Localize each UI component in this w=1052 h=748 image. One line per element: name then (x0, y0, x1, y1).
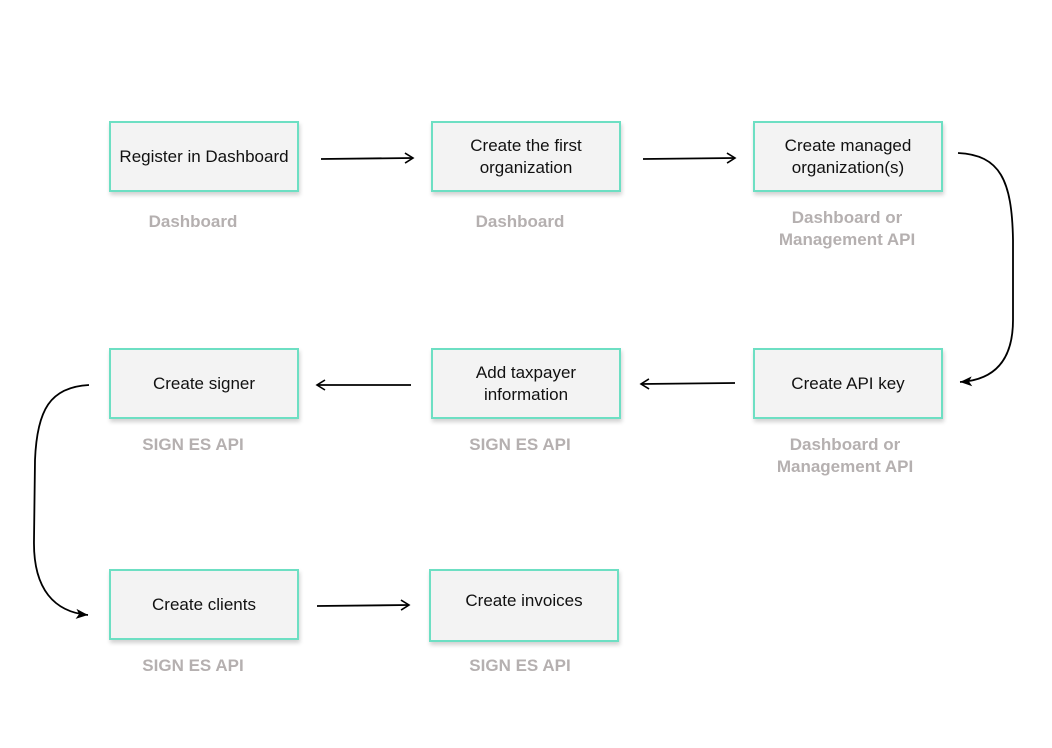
edge-api-key-taxpayer (639, 378, 736, 390)
node-register[interactable]: Register in Dashboard (109, 121, 299, 192)
node-subtitle: SIGN ES API (469, 435, 571, 454)
edge-signer-clients (33, 384, 90, 619)
node-label: Create clients (152, 594, 256, 614)
node-label: Create invoices (465, 590, 583, 610)
node-label: Create the first organization (470, 135, 582, 177)
node-label: Create managed organization(s) (784, 135, 912, 177)
node-subtitle: SIGN ES API (469, 656, 571, 675)
node-subtitle: Dashboard (475, 212, 565, 231)
node-subtitle: SIGN ES API (142, 435, 244, 454)
node-invoices[interactable]: Create invoices (429, 569, 619, 642)
edge-clients-invoices (316, 599, 411, 611)
node-api-key[interactable]: Create API key (753, 348, 943, 419)
node-subtitle: Dashboard or Management API (778, 208, 916, 249)
node-clients[interactable]: Create clients (109, 569, 299, 640)
node-subtitle: Dashboard (148, 212, 238, 231)
node-label: Register in Dashboard (119, 146, 289, 166)
node-label: Create signer (152, 373, 256, 393)
node-label: Add taxpayer information (475, 362, 577, 404)
edge-managed-org-api-key (957, 152, 1014, 387)
edge-register-first-org (320, 152, 415, 164)
node-first-org[interactable]: Create the first organization (431, 121, 621, 192)
edge-first-org-managed-org (642, 152, 737, 164)
node-subtitle: SIGN ES API (142, 656, 244, 675)
node-taxpayer[interactable]: Add taxpayer information (431, 348, 621, 419)
node-managed-org[interactable]: Create managed organization(s) (753, 121, 943, 192)
node-subtitle: Dashboard or Management API (776, 435, 914, 476)
node-label: Create API key (791, 373, 905, 393)
node-signer[interactable]: Create signer (109, 348, 299, 419)
